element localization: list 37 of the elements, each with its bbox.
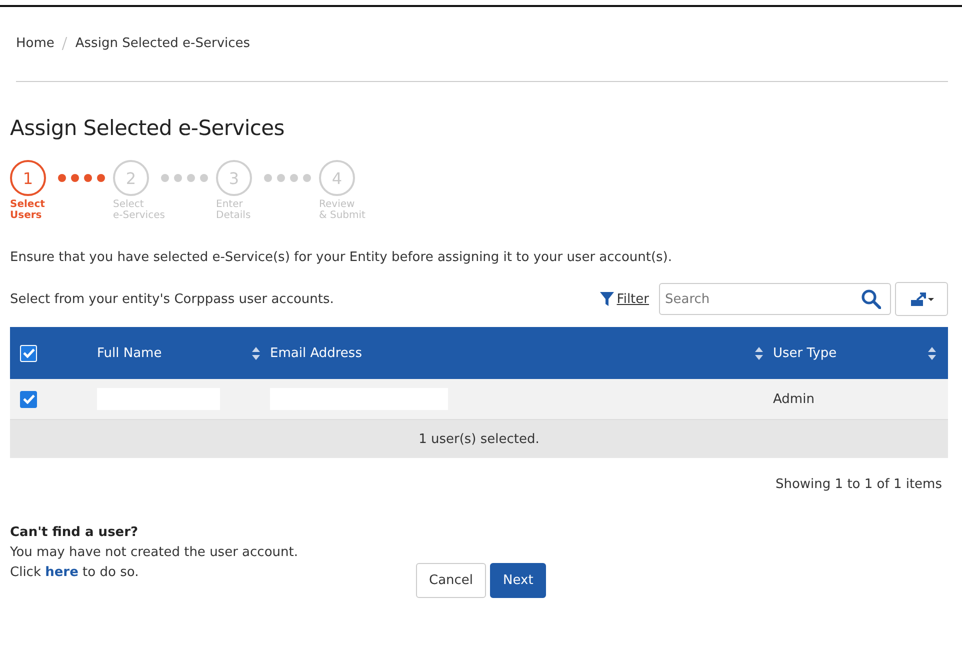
column-header[interactable]: Full Name <box>97 346 162 360</box>
here-link[interactable]: here <box>45 565 78 580</box>
table-cell: Admin <box>773 392 814 406</box>
breadcrumb-link[interactable]: Home <box>16 36 54 50</box>
sort-icon <box>252 346 260 360</box>
export-icon <box>910 292 934 306</box>
checkmark-icon <box>22 348 34 358</box>
checkmark-icon <box>22 394 34 404</box>
instruction-text: Select from your entity's Corppass user accounts. <box>10 292 335 306</box>
sort-icon <box>755 346 763 360</box>
step-label: Select e-Services <box>113 199 165 221</box>
filter-icon <box>600 292 614 306</box>
checkbox[interactable] <box>20 390 37 408</box>
pagination-text: Showing 1 to 1 of 1 items <box>775 477 942 492</box>
filter-link[interactable]: Filter <box>600 292 649 306</box>
column-header[interactable]: Email Address <box>270 346 362 360</box>
dotted-connector <box>161 174 208 182</box>
breadcrumb-link[interactable]: Assign Selected e-Services <box>75 36 250 50</box>
notice-text: Ensure that you have selected e-Service(s) for your Entity before assigning it to your user account(s). <box>10 250 674 265</box>
dotted-connector <box>58 174 105 182</box>
next-button[interactable]: Next <box>490 563 546 598</box>
step-circle: 1 <box>10 160 46 196</box>
export-button[interactable] <box>895 282 948 316</box>
step-label: Select Users <box>10 199 45 221</box>
cancel-button[interactable]: Cancel <box>416 563 486 598</box>
dotted-connector <box>264 174 311 182</box>
help-text: Click here to do so. <box>10 564 140 582</box>
selection-summary: 1 user(s) selected. <box>418 432 540 446</box>
search-icon[interactable] <box>861 289 881 309</box>
step-label: Enter Details <box>216 199 251 221</box>
sort-icon <box>928 346 936 360</box>
help-text: You may have not created the user account. <box>10 544 299 562</box>
page-title: Assign Selected e-Services <box>10 116 286 140</box>
step-label: Review & Submit <box>319 199 366 221</box>
search-field[interactable]: Search <box>659 283 891 315</box>
column-header[interactable]: User Type <box>773 346 837 360</box>
help-heading: Can't find a user? <box>10 524 140 542</box>
